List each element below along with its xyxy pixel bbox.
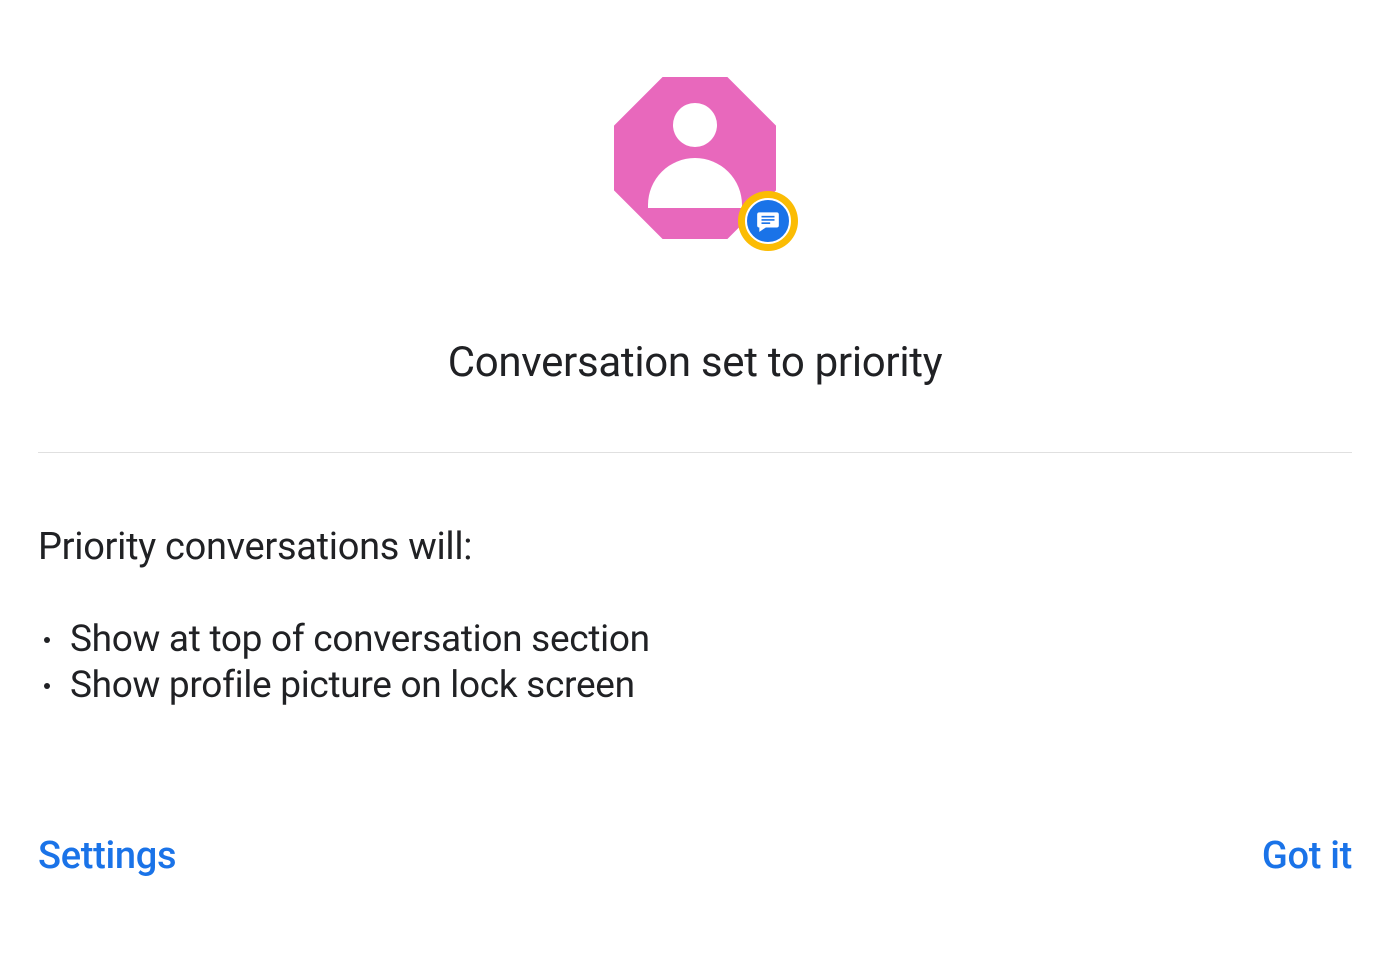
list-item: Show profile picture on lock screen xyxy=(38,663,1352,709)
messages-badge xyxy=(738,191,798,251)
bullet-list: Show at top of conversation section Show… xyxy=(38,617,1352,710)
bullet-icon xyxy=(44,637,50,643)
avatar-container xyxy=(614,77,776,239)
bullet-text: Show at top of conversation section xyxy=(70,617,650,663)
dialog-content: Priority conversations will: Show at top… xyxy=(0,453,1390,834)
dialog-header: Conversation set to priority xyxy=(0,0,1390,447)
list-item: Show at top of conversation section xyxy=(38,617,1352,663)
messages-badge-inner xyxy=(745,198,791,244)
person-icon xyxy=(645,103,745,213)
dialog-footer: Settings Got it xyxy=(0,834,1390,964)
bullet-icon xyxy=(44,683,50,689)
priority-conversation-dialog: Conversation set to priority Priority co… xyxy=(0,0,1390,964)
settings-button[interactable]: Settings xyxy=(38,834,176,878)
got-it-button[interactable]: Got it xyxy=(1262,834,1352,878)
message-icon xyxy=(755,208,781,234)
dialog-subtitle: Priority conversations will: xyxy=(38,525,1352,569)
dialog-title: Conversation set to priority xyxy=(448,338,943,387)
bullet-text: Show profile picture on lock screen xyxy=(70,663,635,709)
